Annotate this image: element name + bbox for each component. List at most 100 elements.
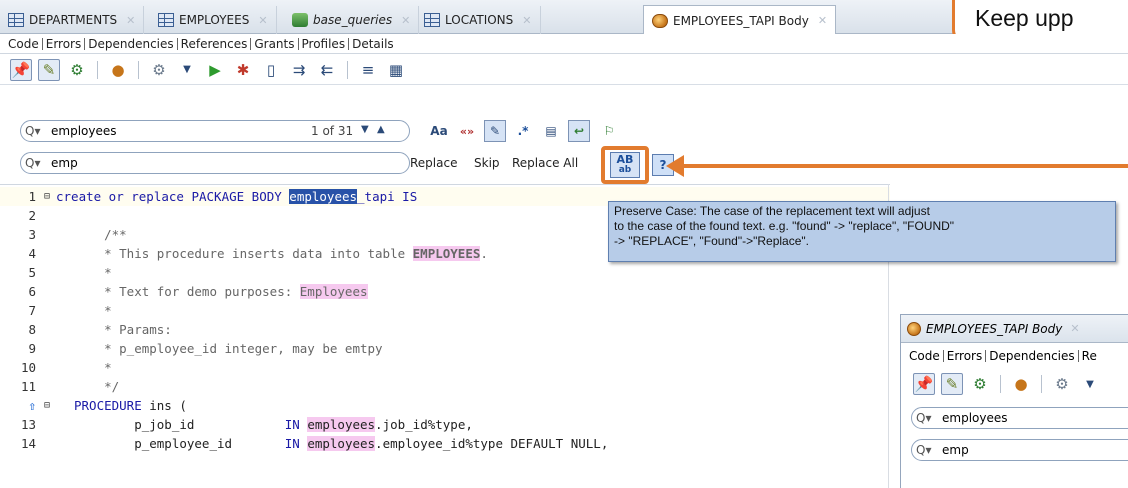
inset-replace-field[interactable]: Q▾: [911, 439, 1128, 461]
compile-icon[interactable]: ⚙: [66, 59, 88, 81]
whole-word-button[interactable]: «»: [456, 120, 478, 142]
match-count: 1 of 31: [311, 124, 354, 138]
sql-worksheet-icon: [292, 13, 308, 27]
editor-subtabs: Code Errors Dependencies References Gran…: [0, 34, 1128, 54]
highlight-all-icon[interactable]: ✎: [484, 120, 506, 142]
code-text: *: [74, 303, 112, 318]
search-match: Employees: [299, 284, 368, 299]
edit-icon[interactable]: ✎: [941, 373, 963, 395]
search-icon[interactable]: Q▾: [25, 124, 51, 138]
line-number: 7: [28, 303, 36, 318]
tab-locations[interactable]: LOCATIONS ✕: [416, 6, 541, 34]
tab-label: EMPLOYEES: [179, 13, 250, 27]
tab-employees-tapi-body[interactable]: EMPLOYEES_TAPI Body ✕: [643, 5, 837, 35]
code-line: 6 * Text for demo purposes: Employees: [0, 282, 890, 301]
code-text: * Text for demo purposes: Employees: [54, 284, 368, 299]
subtab-errors[interactable]: Errors: [944, 350, 987, 362]
close-icon[interactable]: ✕: [818, 14, 827, 27]
close-icon[interactable]: ✕: [258, 14, 267, 27]
edit-icon[interactable]: ✎: [38, 58, 60, 81]
subtab-dependencies[interactable]: Dependencies: [986, 350, 1079, 362]
prev-bookmark-icon[interactable]: ⇇: [316, 59, 338, 81]
code-text: * Params:: [74, 322, 172, 337]
gear-icon[interactable]: ⚙: [148, 59, 170, 81]
find-input[interactable]: [51, 124, 251, 138]
code-text: /**: [74, 227, 127, 242]
subtab-code[interactable]: Code: [5, 37, 43, 50]
search-icon[interactable]: Q▾: [25, 156, 51, 170]
code-token: p_employee_id: [74, 436, 285, 451]
close-icon[interactable]: ✕: [126, 14, 135, 27]
search-match: employees: [307, 436, 376, 451]
next-bookmark-icon[interactable]: ⇉: [288, 59, 310, 81]
bookmark-icon[interactable]: ▯: [260, 59, 282, 81]
line-number: 8: [28, 322, 36, 337]
code-text: * p_employee_id integer, may be emtpy: [74, 341, 383, 356]
replace-field[interactable]: Q▾: [20, 152, 410, 174]
code-text: *: [74, 265, 112, 280]
subtab-dependencies[interactable]: Dependencies: [85, 37, 178, 50]
tab-employees[interactable]: EMPLOYEES ✕: [150, 6, 277, 34]
replace-input[interactable]: [51, 156, 251, 170]
code-token: .: [480, 246, 488, 261]
fold-icon[interactable]: ⊟: [40, 191, 54, 202]
tab-departments[interactable]: DEPARTMENTS ✕: [0, 6, 145, 34]
wrap-around-icon[interactable]: ↩: [568, 120, 590, 142]
line-number: 1: [28, 189, 36, 204]
close-icon[interactable]: ✕: [401, 14, 410, 27]
debug-icon[interactable]: ✱: [232, 59, 254, 81]
code-text: create or replace PACKAGE BODY employees…: [54, 189, 417, 204]
toolbar-separator: [138, 60, 139, 79]
replace-button[interactable]: Replace: [410, 156, 457, 170]
selection-only-icon[interactable]: ▤: [540, 120, 562, 142]
search-icon[interactable]: Q▾: [916, 411, 942, 425]
replace-input[interactable]: [942, 443, 1122, 457]
subtab-errors[interactable]: Errors: [43, 37, 86, 50]
navigate-up-icon[interactable]: ⇧: [0, 398, 40, 413]
subtab-code[interactable]: Code: [906, 350, 944, 362]
subtab-profiles[interactable]: Profiles: [299, 37, 350, 50]
subtab-details[interactable]: Details: [349, 38, 397, 50]
preserve-case-icon-upper: AB: [616, 153, 634, 166]
code-token: PROCEDURE: [74, 398, 142, 413]
inset-tab[interactable]: EMPLOYEES_TAPI Body ✕: [901, 315, 1128, 343]
preserve-case-button[interactable]: AB ab: [610, 152, 640, 178]
fold-icon[interactable]: ⊟: [40, 400, 54, 411]
package-icon[interactable]: ●: [1010, 373, 1032, 395]
find-row: Q▾ 1 of 31 ▼ ▲ Aa «» ✎ .* ▤ ↩ ⚐: [0, 116, 1128, 146]
inset-subtabs: Code Errors Dependencies Re: [901, 345, 1100, 367]
close-icon[interactable]: ✕: [1070, 322, 1079, 335]
run-icon[interactable]: ▶: [204, 59, 226, 81]
preserve-case-highlight: AB ab: [601, 146, 649, 184]
dropdown-icon[interactable]: ▼: [1079, 373, 1101, 395]
code-text: *: [74, 360, 112, 375]
package-icon[interactable]: ●: [107, 59, 129, 81]
pin-icon[interactable]: 📌: [10, 58, 32, 81]
search-match: EMPLOYEES: [412, 246, 481, 261]
inset-find-field[interactable]: Q▾: [911, 407, 1128, 429]
code-line: 10 *: [0, 358, 890, 377]
code-token: IN: [284, 436, 300, 451]
pin-icon[interactable]: 📌: [913, 373, 935, 395]
tab-base-queries[interactable]: base_queries ✕: [284, 6, 420, 34]
search-icon[interactable]: Q▾: [916, 443, 942, 457]
gear-icon[interactable]: ⚙: [1051, 373, 1073, 395]
dropdown-icon[interactable]: ▼: [176, 59, 198, 81]
find-field[interactable]: Q▾ 1 of 31 ▼ ▲: [20, 120, 410, 142]
match-case-button[interactable]: Aa: [428, 120, 450, 142]
subtab-references[interactable]: Re: [1079, 350, 1100, 362]
unit-test-icon[interactable]: ▦: [385, 59, 407, 81]
regex-icon[interactable]: .*: [512, 120, 534, 142]
subtab-grants[interactable]: Grants: [251, 37, 299, 50]
subtab-references[interactable]: References: [178, 37, 252, 50]
close-find-icon[interactable]: ⚐: [598, 120, 620, 142]
skip-button[interactable]: Skip: [474, 156, 500, 170]
next-match-icon[interactable]: ▼: [361, 124, 369, 135]
find-input[interactable]: [942, 411, 1122, 425]
replace-all-button[interactable]: Replace All: [512, 156, 578, 170]
format-icon[interactable]: ≡: [357, 59, 379, 81]
code-line: ⇧ ⊟ PROCEDURE ins (: [0, 396, 890, 415]
close-icon[interactable]: ✕: [522, 14, 531, 27]
prev-match-icon[interactable]: ▲: [377, 124, 385, 135]
compile-icon[interactable]: ⚙: [969, 373, 991, 395]
